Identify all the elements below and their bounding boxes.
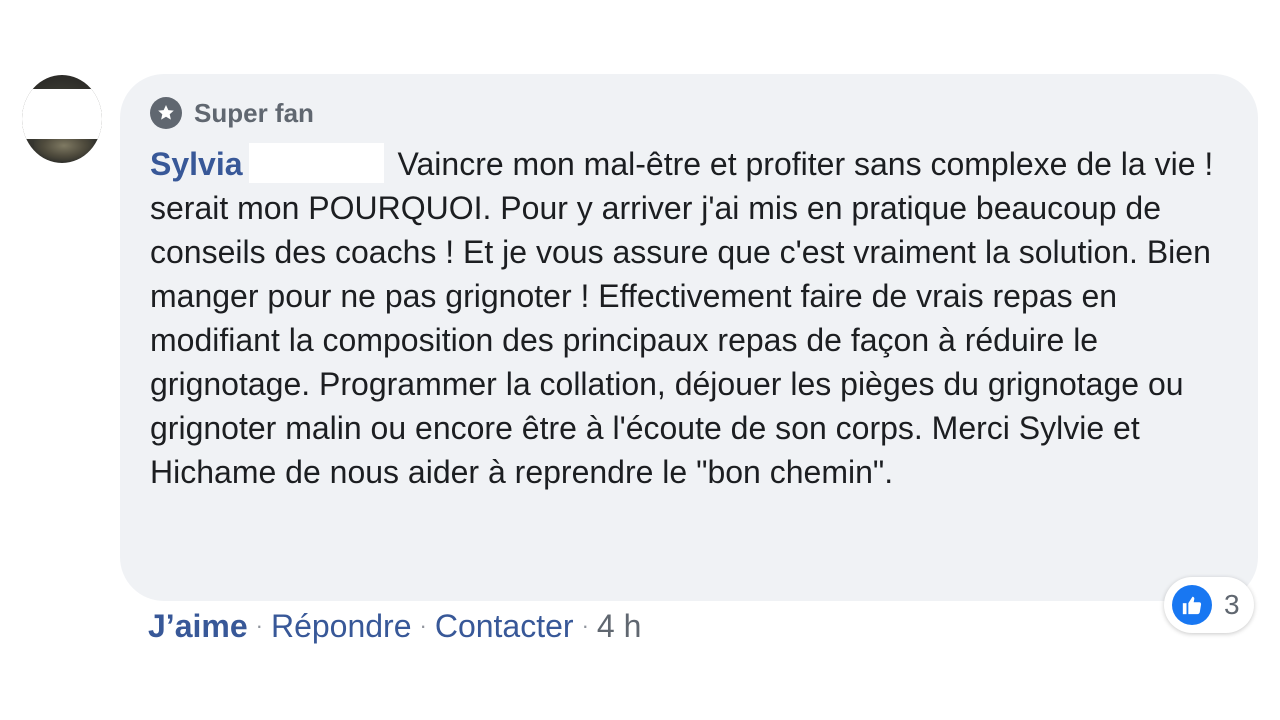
comment-bubble: Super fan Sylvia Vaincre mon mal-être et …: [120, 74, 1258, 601]
reaction-summary[interactable]: 3: [1164, 577, 1254, 633]
separator: ·: [255, 613, 263, 638]
reply-button[interactable]: Répondre: [271, 608, 412, 645]
separator: ·: [419, 613, 427, 638]
badge-label: Super fan: [194, 97, 314, 128]
comment-body: Sylvia Vaincre mon mal-être et profiter s…: [150, 142, 1240, 494]
super-fan-badge[interactable]: Super fan: [150, 96, 314, 130]
redacted-surname: [248, 143, 384, 183]
author-name[interactable]: Sylvia: [150, 146, 243, 182]
reaction-count: 3: [1224, 589, 1240, 620]
separator: ·: [581, 613, 589, 638]
like-button[interactable]: J’aime: [148, 608, 248, 645]
comment-text: Vaincre mon mal-être et profiter sans co…: [150, 146, 1214, 490]
thumbs-up-icon: [1172, 585, 1212, 625]
contact-button[interactable]: Contacter: [435, 608, 574, 645]
comment: Super fan Sylvia Vaincre mon mal-être et …: [0, 0, 1280, 720]
comment-actions: J’aime · Répondre · Contacter · 4 h: [148, 604, 641, 648]
timestamp[interactable]: 4 h: [597, 608, 641, 645]
star-icon: [150, 97, 182, 129]
avatar[interactable]: [22, 75, 102, 163]
